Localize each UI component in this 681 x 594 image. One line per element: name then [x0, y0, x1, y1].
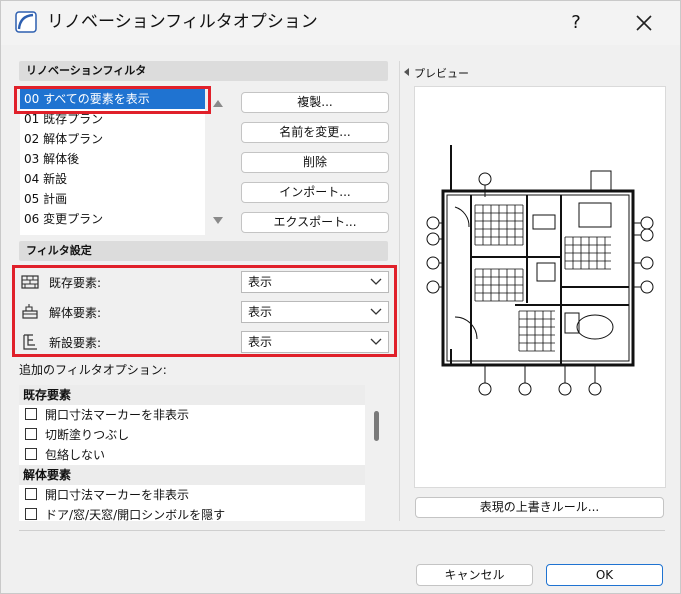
floor-plan-preview — [426, 145, 654, 396]
option-label: ドア/窓/天窓/開口シンボルを隠す — [45, 508, 226, 521]
rename-button[interactable]: 名前を変更... — [241, 122, 389, 143]
additional-options-label: 追加のフィルタオプション: — [19, 363, 167, 377]
close-button[interactable] — [629, 9, 659, 37]
collapse-arrow-icon[interactable] — [402, 67, 410, 77]
import-button[interactable]: インポート... — [241, 182, 389, 203]
option-item[interactable]: 包絡しない — [19, 445, 365, 465]
option-item[interactable]: 開口寸法マーカーを非表示 — [19, 405, 365, 425]
renovation-filter-header: リノベーションフィルタ — [19, 61, 388, 81]
additional-options-list: 既存要素 開口寸法マーカーを非表示 切断塗りつぶし 包絡しない 解体要素 開口寸… — [19, 385, 365, 521]
selected-item-highlight — [14, 86, 211, 114]
filter-list-item[interactable]: 03 解体後 — [20, 149, 205, 169]
window-title: リノベーションフィルタオプション — [47, 12, 318, 32]
panel-divider[interactable] — [399, 61, 400, 521]
archicad-app-icon — [15, 11, 37, 33]
option-label: 切断塗りつぶし — [45, 428, 130, 442]
close-icon — [636, 15, 652, 31]
option-label: 開口寸法マーカーを非表示 — [45, 488, 190, 502]
options-scrollbar-thumb[interactable] — [374, 411, 379, 441]
option-item[interactable]: 開口寸法マーカーを非表示 — [19, 485, 365, 505]
filter-list-item[interactable]: 02 解体プラン — [20, 129, 205, 149]
checkbox[interactable] — [25, 408, 37, 420]
override-rules-button[interactable]: 表現の上書きルール... — [415, 497, 664, 518]
preview-canvas — [414, 86, 666, 488]
scroll-up-icon[interactable] — [212, 98, 224, 108]
help-button[interactable]: ? — [561, 9, 591, 37]
ok-button[interactable]: OK — [546, 564, 663, 586]
filter-list-item[interactable]: 05 計画 — [20, 189, 205, 209]
checkbox[interactable] — [25, 428, 37, 440]
scroll-down-icon[interactable] — [212, 216, 224, 226]
option-label: 包絡しない — [45, 448, 106, 462]
title-bar: リノベーションフィルタオプション ? — [1, 1, 680, 45]
option-item[interactable]: 切断塗りつぶし — [19, 425, 365, 445]
filter-list-item[interactable]: 04 新設 — [20, 169, 205, 189]
renovation-filter-options-dialog: リノベーションフィルタオプション ? リノベーションフィルタ 00 すべての要素… — [0, 0, 681, 594]
option-item[interactable]: ドア/窓/天窓/開口シンボルを隠す — [19, 505, 365, 521]
preview-label: プレビュー — [414, 67, 469, 80]
filter-list-item[interactable]: 06 変更プラン — [20, 209, 205, 229]
filter-settings-highlight — [12, 265, 397, 357]
checkbox[interactable] — [25, 448, 37, 460]
option-label: 開口寸法マーカーを非表示 — [45, 408, 190, 422]
option-group-demolish: 解体要素 — [19, 465, 365, 485]
option-group-existing: 既存要素 — [19, 385, 365, 405]
delete-button[interactable]: 削除 — [241, 152, 389, 173]
export-button[interactable]: エクスポート... — [241, 212, 389, 233]
filter-settings-header: フィルタ設定 — [19, 241, 388, 261]
checkbox[interactable] — [25, 508, 37, 520]
cancel-button[interactable]: キャンセル — [416, 564, 533, 586]
duplicate-button[interactable]: 複製... — [241, 92, 389, 113]
footer-separator — [19, 530, 665, 531]
checkbox[interactable] — [25, 488, 37, 500]
